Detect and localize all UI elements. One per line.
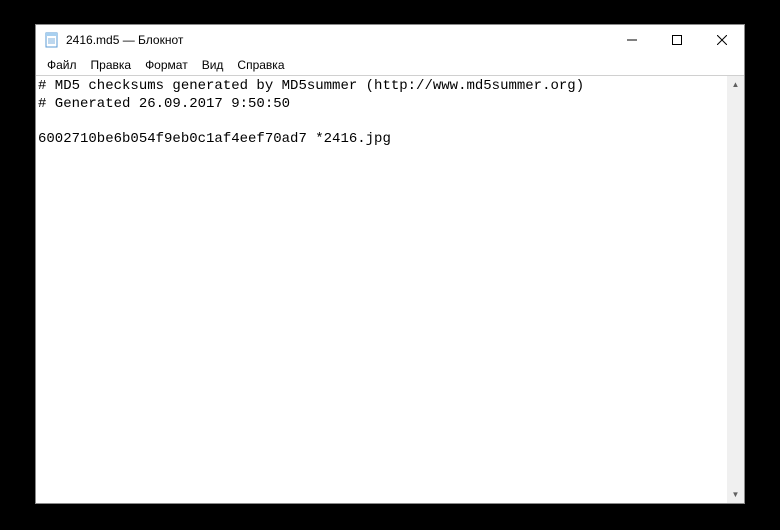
vertical-scrollbar[interactable]: ▲ ▼ <box>727 76 744 503</box>
text-line: # Generated 26.09.2017 9:50:50 <box>38 96 290 112</box>
menu-edit[interactable]: Правка <box>84 57 139 73</box>
text-line: 6002710be6b054f9eb0c1af4eef70ad7 *2416.j… <box>38 131 391 147</box>
menubar: Файл Правка Формат Вид Справка <box>36 55 744 75</box>
close-icon <box>717 35 727 45</box>
scroll-down-button[interactable]: ▼ <box>727 486 744 503</box>
notepad-icon <box>44 32 60 48</box>
minimize-icon <box>627 35 637 45</box>
scroll-track[interactable] <box>727 93 744 486</box>
editor-area: # MD5 checksums generated by MD5summer (… <box>36 75 744 503</box>
text-line: # MD5 checksums generated by MD5summer (… <box>38 78 584 94</box>
titlebar[interactable]: 2416.md5 — Блокнот <box>36 25 744 55</box>
text-editor[interactable]: # MD5 checksums generated by MD5summer (… <box>36 76 727 503</box>
window-title: 2416.md5 — Блокнот <box>66 33 609 47</box>
menu-file[interactable]: Файл <box>40 57 84 73</box>
window-controls <box>609 25 744 55</box>
chevron-up-icon: ▲ <box>732 80 740 89</box>
close-button[interactable] <box>699 25 744 55</box>
menu-format[interactable]: Формат <box>138 57 195 73</box>
menu-help[interactable]: Справка <box>230 57 291 73</box>
notepad-window: 2416.md5 — Блокнот Файл Правка <box>35 24 745 504</box>
minimize-button[interactable] <box>609 25 654 55</box>
menu-view[interactable]: Вид <box>195 57 231 73</box>
maximize-button[interactable] <box>654 25 699 55</box>
chevron-down-icon: ▼ <box>732 490 740 499</box>
scroll-up-button[interactable]: ▲ <box>727 76 744 93</box>
maximize-icon <box>672 35 682 45</box>
